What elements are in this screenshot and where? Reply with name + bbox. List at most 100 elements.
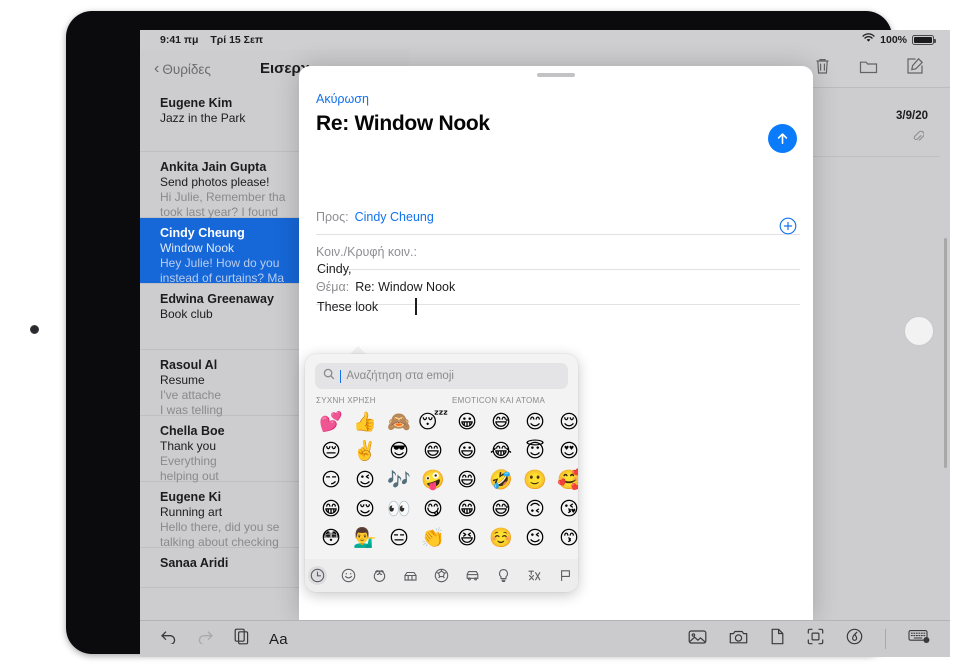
emoji-search-input[interactable]: Αναζήτηση στα emoji (315, 363, 568, 389)
format-toolbar-right (688, 628, 930, 650)
emoji-cell[interactable]: 😂 (484, 437, 518, 466)
emoji-cell[interactable]: 😊 (518, 408, 552, 437)
cc-bcc-field-label: Κοιν./Κρυφή κοιν.: (316, 245, 417, 259)
camera-icon[interactable] (729, 629, 748, 650)
emoji-cell[interactable]: 😅 (484, 408, 518, 437)
emoji-cell[interactable]: 🤣 (484, 466, 518, 495)
emoji-cell[interactable]: 😀 (450, 408, 484, 437)
emoji-cell[interactable]: 😍 (552, 437, 578, 466)
emoji-cell[interactable]: 😇 (518, 437, 552, 466)
to-field-row[interactable]: Προς: Cindy Cheung (316, 200, 800, 235)
redo-icon[interactable] (197, 629, 214, 649)
emoji-cell[interactable]: 😔 (314, 437, 348, 466)
to-field-value[interactable]: Cindy Cheung (355, 210, 434, 224)
ball-icon[interactable] (432, 566, 451, 585)
ipad-screen: 9:41 πμ Τρί 15 Σεπ 100% ‹ Θυρίδες (140, 30, 950, 657)
search-icon (323, 367, 335, 385)
cancel-button[interactable]: Ακύρωση (316, 92, 369, 106)
chevron-left-icon[interactable]: ‹ (154, 60, 159, 78)
photo-icon[interactable] (688, 629, 707, 650)
animal-icon[interactable] (370, 566, 389, 585)
emoji-cell[interactable]: 🙂 (518, 466, 552, 495)
compose-icon[interactable] (906, 57, 924, 80)
back-button-label[interactable]: Θυρίδες (162, 62, 211, 77)
emoji-cell[interactable]: 😎 (382, 437, 416, 466)
emoji-cell[interactable]: 😅 (484, 495, 518, 524)
emoji-cell[interactable]: 🙈 (382, 408, 416, 437)
status-bar-right: 100% (862, 33, 934, 46)
emoji-cell[interactable]: 😉 (518, 524, 552, 553)
trash-icon[interactable] (814, 57, 831, 80)
emoji-cell[interactable]: 😆 (450, 524, 484, 553)
text-format-button[interactable]: Aa (269, 631, 288, 648)
to-field-label: Προς: (316, 210, 349, 224)
emoji-cell[interactable]: 🙃 (518, 495, 552, 524)
subject-field-label: Θέμα: (316, 280, 349, 294)
emoji-cell[interactable]: 😄 (450, 466, 484, 495)
emoji-cell[interactable]: 😴 (416, 408, 450, 437)
keyboard-dismiss-icon[interactable] (908, 629, 930, 649)
food-icon[interactable] (401, 566, 420, 585)
body-text-line[interactable]: Cindy, (317, 261, 352, 277)
emoji-cell[interactable]: 😁 (314, 495, 348, 524)
emoji-cell[interactable]: 🎶 (382, 466, 416, 495)
home-button[interactable] (904, 316, 934, 346)
status-date: Τρί 15 Σεπ (210, 34, 263, 46)
body-text-line[interactable]: These look (317, 299, 378, 315)
emoji-cell[interactable]: 😌 (348, 495, 382, 524)
emoji-cell[interactable]: 😄 (416, 437, 450, 466)
ipad-device-frame: 9:41 πμ Τρί 15 Σεπ 100% ‹ Θυρίδες (66, 11, 892, 654)
emoji-cell[interactable]: 😳 (314, 524, 348, 553)
battery-percent: 100% (880, 34, 907, 46)
car-icon[interactable] (463, 566, 482, 585)
emoji-cell[interactable]: 😘 (552, 495, 578, 524)
emoji-cell[interactable]: 🥰 (552, 466, 578, 495)
undo-icon[interactable] (160, 629, 177, 649)
plus-circle-icon[interactable] (779, 217, 797, 235)
send-button[interactable] (768, 124, 797, 153)
category-header-recent: ΣΥΧΝΗ ΧΡΗΣΗ (316, 396, 376, 405)
document-icon[interactable] (770, 628, 785, 650)
subject-field-row[interactable]: Θέμα: Re: Window Nook (316, 270, 800, 305)
markup-icon[interactable] (846, 628, 863, 650)
emoji-cell[interactable]: 👏 (416, 524, 450, 553)
emoji-cell[interactable]: 😑 (382, 524, 416, 553)
emoji-cell[interactable]: 👀 (382, 495, 416, 524)
wifi-icon (862, 33, 875, 46)
cc-bcc-field-row[interactable]: Κοιν./Κρυφή κοιν.: (316, 235, 800, 270)
flag-icon[interactable] (556, 566, 575, 585)
clock-icon[interactable] (308, 566, 327, 585)
emoji-cell[interactable]: 😏 (314, 466, 348, 495)
search-text-cursor (340, 370, 341, 383)
sheet-grabber-handle[interactable] (537, 73, 575, 77)
smiley-icon[interactable] (339, 566, 358, 585)
symbols-icon[interactable] (525, 566, 544, 585)
folder-icon[interactable] (859, 58, 878, 80)
battery-full-icon (912, 35, 934, 45)
subject-field-value[interactable]: Re: Window Nook (355, 280, 455, 294)
emoji-grid-recent: 💕 👍 🙈 😴 😔 ✌️ 😎 😄 😏 😉 🎶 🤪 😁 😌 👀 😋 😳 💁‍♂️ (314, 408, 450, 553)
emoji-cell[interactable]: 🤪 (416, 466, 450, 495)
emoji-cell[interactable]: 👍 (348, 408, 382, 437)
toolbar-divider (885, 629, 886, 649)
emoji-cell[interactable]: 😌 (552, 408, 578, 437)
emoji-cell[interactable]: ☺️ (484, 524, 518, 553)
scan-icon[interactable] (807, 628, 824, 650)
emoji-cell[interactable]: 😙 (552, 524, 578, 553)
emoji-cell[interactable]: 😋 (416, 495, 450, 524)
emoji-cell[interactable]: 😁 (450, 495, 484, 524)
emoji-cell[interactable]: 😃 (450, 437, 484, 466)
category-header-emoticon: EMOTICON ΚΑΙ ΑΤΟΜΑ (452, 396, 545, 405)
emoji-grid-emoticon: 😀 😅 😊 😌 😃 😂 😇 😍 😄 🤣 🙂 🥰 😁 😅 🙃 😘 😆 ☺️ 😉 (450, 408, 578, 553)
status-time: 9:41 πμ (160, 34, 198, 46)
scrollbar[interactable] (944, 238, 947, 468)
emoji-cell[interactable]: 😉 (348, 466, 382, 495)
emoji-cell[interactable]: ✌️ (348, 437, 382, 466)
camera-dot (30, 325, 39, 334)
paperclip-icon (913, 130, 924, 146)
clipboard-icon[interactable] (234, 628, 249, 650)
emoji-cell[interactable]: 💁‍♂️ (348, 524, 382, 553)
emoji-cell[interactable]: 💕 (314, 408, 348, 437)
lightbulb-icon[interactable] (494, 566, 513, 585)
status-bar: 9:41 πμ Τρί 15 Σεπ 100% (140, 30, 950, 50)
